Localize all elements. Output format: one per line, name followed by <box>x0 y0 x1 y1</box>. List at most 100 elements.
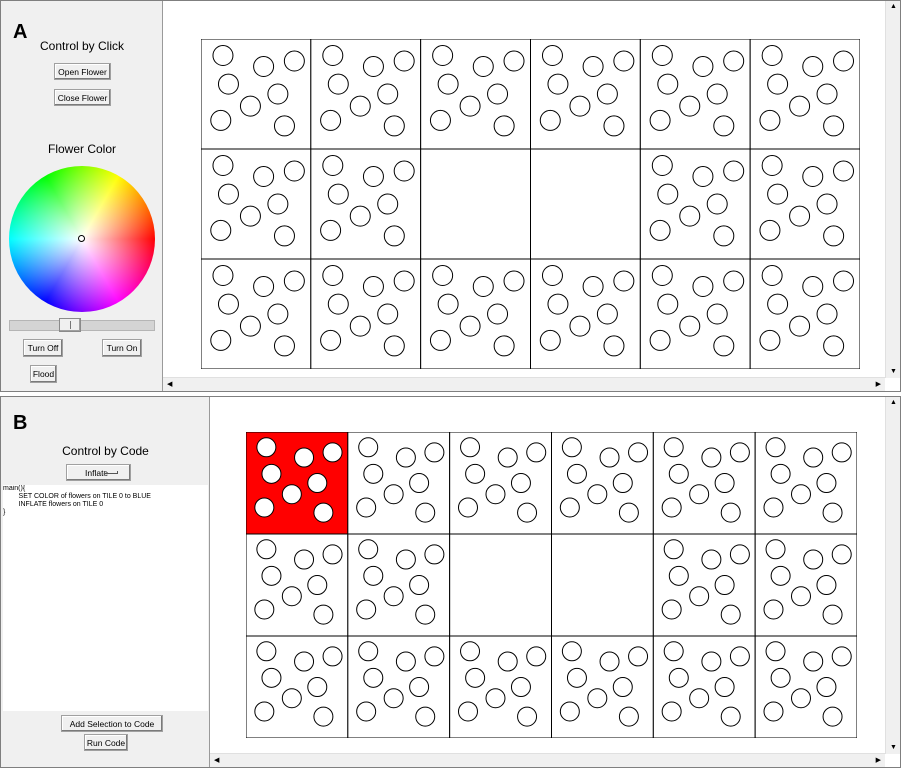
flower[interactable] <box>566 667 587 688</box>
flower[interactable] <box>582 56 604 77</box>
flower[interactable] <box>539 109 561 131</box>
flower[interactable] <box>770 667 791 688</box>
flower[interactable] <box>457 497 478 518</box>
flower[interactable] <box>294 651 315 672</box>
tile-0[interactable] <box>201 39 312 150</box>
flower[interactable] <box>283 270 305 292</box>
flower[interactable] <box>790 688 811 709</box>
flower[interactable] <box>569 95 591 117</box>
flower[interactable] <box>383 225 405 247</box>
horizontal-scrollbar-a[interactable]: ◀ ▶ <box>163 377 885 391</box>
flower[interactable] <box>429 329 451 351</box>
flower[interactable] <box>765 437 786 458</box>
flower[interactable] <box>802 166 824 187</box>
flower[interactable] <box>517 502 538 523</box>
flower[interactable] <box>217 183 239 205</box>
tile-background[interactable] <box>551 533 654 637</box>
flower[interactable] <box>561 641 582 662</box>
flower[interactable] <box>816 677 837 697</box>
flower[interactable] <box>679 315 701 337</box>
flower[interactable] <box>822 502 843 523</box>
flower[interactable] <box>649 109 671 131</box>
flower[interactable] <box>253 166 275 187</box>
flower[interactable] <box>661 701 682 722</box>
flower[interactable] <box>613 50 635 72</box>
tile-5[interactable] <box>749 39 860 150</box>
flower[interactable] <box>261 463 282 484</box>
flower[interactable] <box>432 265 454 286</box>
flower[interactable] <box>432 45 454 66</box>
flower[interactable] <box>267 193 289 215</box>
tile-10[interactable] <box>652 533 756 637</box>
flower[interactable] <box>714 677 735 697</box>
flower[interactable] <box>457 701 478 722</box>
flower[interactable] <box>437 293 459 315</box>
flower[interactable] <box>720 502 741 523</box>
tile-11[interactable] <box>754 533 857 637</box>
flower[interactable] <box>307 677 328 697</box>
flower[interactable] <box>281 484 302 505</box>
flower[interactable] <box>833 50 855 72</box>
flower[interactable] <box>362 276 384 297</box>
flower[interactable] <box>424 544 445 565</box>
flower[interactable] <box>706 83 728 105</box>
flower[interactable] <box>210 219 232 241</box>
flower[interactable] <box>281 586 302 607</box>
flower[interactable] <box>239 205 261 227</box>
flower[interactable] <box>294 447 315 468</box>
flower[interactable] <box>212 265 234 286</box>
flower[interactable] <box>603 335 625 357</box>
flower[interactable] <box>322 544 343 565</box>
flower[interactable] <box>618 502 639 523</box>
flower[interactable] <box>663 437 684 458</box>
run-code-button[interactable]: Run Code <box>84 734 128 751</box>
flower[interactable] <box>239 95 261 117</box>
flower[interactable] <box>770 463 791 484</box>
tile-4[interactable] <box>639 39 751 150</box>
flower[interactable] <box>723 160 745 182</box>
flower[interactable] <box>612 677 633 697</box>
flower[interactable] <box>657 293 679 315</box>
flower[interactable] <box>628 442 649 463</box>
flood-button[interactable]: Flood <box>30 365 57 383</box>
flower[interactable] <box>273 225 295 247</box>
flower[interactable] <box>465 463 486 484</box>
flower[interactable] <box>424 646 445 667</box>
flower[interactable] <box>409 473 430 493</box>
flower[interactable] <box>657 73 679 95</box>
flower[interactable] <box>713 335 735 357</box>
flower[interactable] <box>789 315 811 337</box>
tile-8[interactable] <box>449 533 553 637</box>
flower[interactable] <box>526 442 547 463</box>
flower[interactable] <box>759 219 781 241</box>
flower[interactable] <box>790 586 811 607</box>
flower[interactable] <box>503 270 525 292</box>
tile-1[interactable] <box>310 39 422 150</box>
tile-background[interactable] <box>530 148 641 260</box>
flower[interactable] <box>816 473 837 493</box>
flower[interactable] <box>377 83 399 105</box>
flower[interactable] <box>823 335 845 357</box>
flower[interactable] <box>254 497 275 518</box>
flower[interactable] <box>596 303 618 325</box>
flower[interactable] <box>377 193 399 215</box>
flower[interactable] <box>833 270 855 292</box>
flower[interactable] <box>487 83 509 105</box>
flower[interactable] <box>212 155 234 176</box>
flower[interactable] <box>307 575 328 595</box>
tile-13[interactable] <box>310 258 422 369</box>
flower[interactable] <box>759 109 781 131</box>
flower[interactable] <box>217 73 239 95</box>
flower[interactable] <box>765 641 786 662</box>
flower[interactable] <box>618 706 639 727</box>
flower[interactable] <box>651 45 673 66</box>
flower[interactable] <box>823 225 845 247</box>
tile-3[interactable] <box>530 39 641 150</box>
flower[interactable] <box>661 497 682 518</box>
flower[interactable] <box>322 45 344 66</box>
flower[interactable] <box>649 329 671 351</box>
tile-2[interactable] <box>449 432 553 535</box>
flower[interactable] <box>559 497 580 518</box>
color-wheel-selector[interactable] <box>78 235 85 242</box>
flower[interactable] <box>539 329 561 351</box>
